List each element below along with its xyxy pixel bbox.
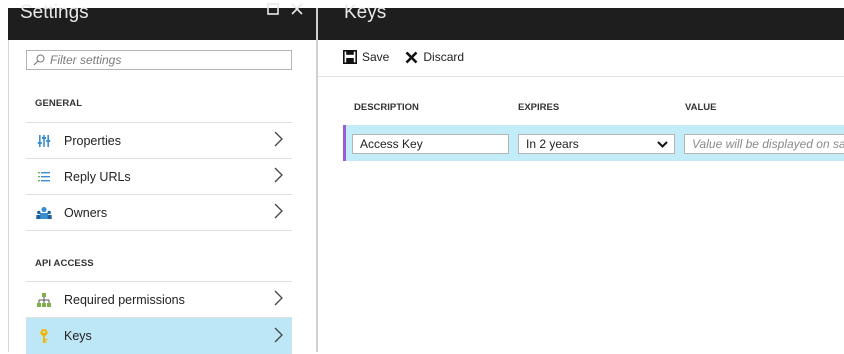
chevron-right-icon [274,290,288,309]
nav-item-required-permissions[interactable]: Required permissions [26,282,292,318]
save-label: Save [362,50,390,64]
nav-item-reply-urls[interactable]: Reply URLs [26,159,292,195]
keys-title: Keys [344,2,387,23]
users-icon [36,205,52,221]
keys-header: Keys [318,2,844,40]
column-header-description: DESCRIPTION [354,102,419,113]
discard-label: Discard [423,50,465,64]
save-icon [343,50,357,64]
chevron-right-icon [274,167,288,186]
column-header-expires: EXPIRES [518,102,560,113]
expires-select[interactable]: In 2 years [518,134,675,154]
close-icon [405,51,418,63]
close-icon[interactable] [290,0,304,21]
toolbar-divider [318,76,844,77]
settings-header: Settings [8,2,316,40]
value-input[interactable]: Value will be displayed on sa [684,134,844,154]
settings-title: Settings [20,2,89,23]
nav-item-label: Properties [64,133,121,148]
discard-button[interactable]: Discard [405,50,464,64]
nav-item-label: Reply URLs [64,169,131,184]
save-button[interactable]: Save [343,50,389,64]
panel-divider [316,8,318,352]
chevron-right-icon [274,131,288,150]
column-header-value: VALUE [685,102,717,113]
search-icon [33,54,45,66]
left-border [8,40,9,352]
section-heading-general: GENERAL [35,98,83,109]
key-icon [36,328,52,344]
list-icon [36,169,52,185]
description-input[interactable]: Access Key [352,134,509,154]
maximize-icon[interactable] [266,0,280,21]
toolbar: Save Discard [343,50,480,64]
nav-item-owners[interactable]: Owners [26,195,292,231]
chevron-right-icon [274,203,288,222]
filter-placeholder: Filter settings [50,53,122,67]
chevron-right-icon [274,327,288,346]
nav-item-label: Keys [64,329,92,343]
permissions-icon [36,292,52,308]
section-heading-api-access: API ACCESS [35,258,94,269]
row-selection-indicator [343,125,346,161]
nav-item-keys[interactable]: Keys [26,318,292,354]
nav-item-label: Owners [64,205,108,220]
nav-item-label: Required permissions [64,292,185,307]
expires-value: In 2 years [526,137,579,151]
nav-item-properties[interactable]: Properties [26,123,292,159]
properties-icon [36,133,52,149]
chevron-down-icon [657,141,668,148]
filter-settings-input[interactable]: Filter settings [26,50,292,70]
